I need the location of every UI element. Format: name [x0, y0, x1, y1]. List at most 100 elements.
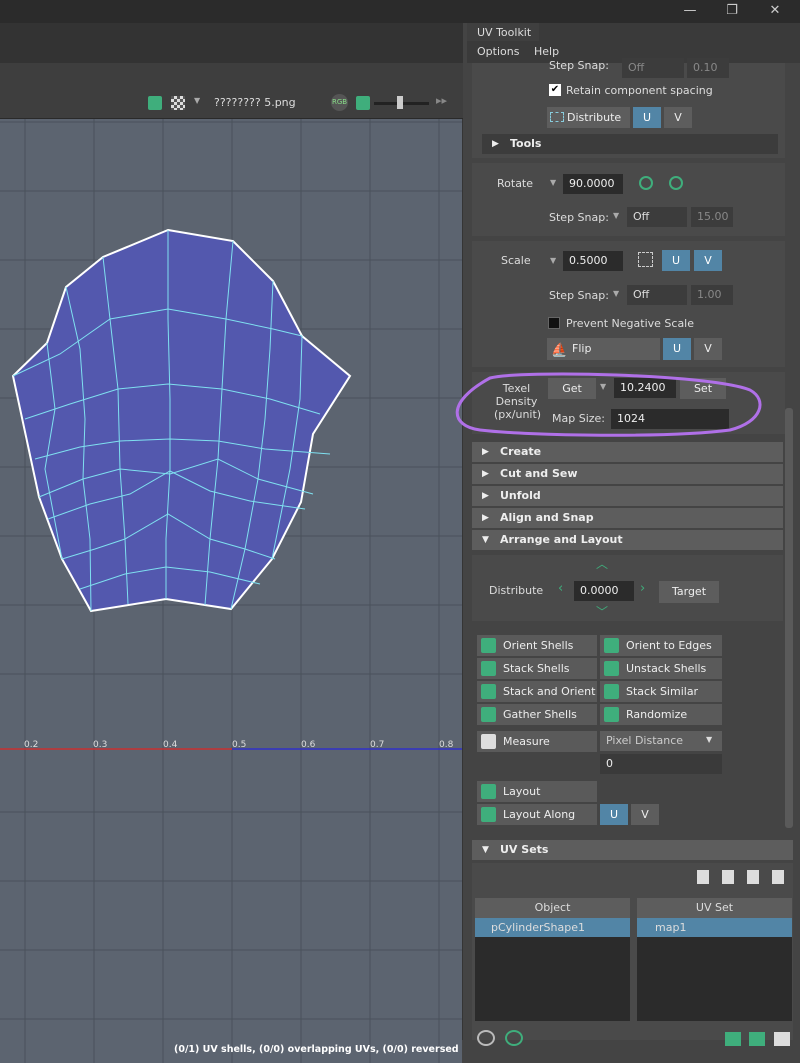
- close-button[interactable]: ✕: [755, 0, 795, 23]
- scale-v-button[interactable]: V: [694, 250, 722, 271]
- image-display-icon[interactable]: [356, 96, 370, 110]
- copy-into-uv-set-icon[interactable]: [747, 870, 759, 884]
- layout-along-button[interactable]: Layout Along: [477, 804, 597, 825]
- minimize-button[interactable]: —: [670, 0, 710, 23]
- uv-viewport[interactable]: ▼ ???????? 5.png RGB ▸▸ 0.2 0.3 0.4 0.5 …: [0, 23, 463, 1063]
- flip-v-button[interactable]: V: [694, 338, 722, 360]
- target-button[interactable]: Target: [659, 581, 719, 603]
- step-snap-dropdown[interactable]: Off: [622, 58, 684, 78]
- uv-set-column-header[interactable]: UV Set: [637, 898, 792, 918]
- uv-set-list[interactable]: map1: [637, 918, 792, 1021]
- panel-scrollbar[interactable]: [785, 408, 793, 828]
- uv-sets-section-header[interactable]: ▼ UV Sets: [472, 840, 793, 860]
- align-and-snap-section-header[interactable]: ▶ Align and Snap: [472, 508, 783, 528]
- section-label: Create: [500, 445, 542, 458]
- image-name[interactable]: ???????? 5.png: [214, 96, 296, 109]
- menu-options[interactable]: Options: [477, 45, 519, 58]
- dropdown-arrow-icon[interactable]: ▼: [194, 96, 200, 105]
- rotate-ccw-icon[interactable]: [639, 176, 653, 190]
- checker-icon[interactable]: [171, 96, 185, 110]
- rotate-step-value[interactable]: 15.00: [691, 207, 733, 227]
- rotate-cw-icon[interactable]: [669, 176, 683, 190]
- layout-along-u-button[interactable]: U: [600, 804, 628, 825]
- ruler-icon: [481, 734, 496, 749]
- arrange-and-layout-section-header[interactable]: ▼ Arrange and Layout: [472, 530, 783, 550]
- orient-to-edges-button[interactable]: Orient to Edges: [600, 635, 722, 656]
- axis-label: 0.6: [301, 740, 316, 750]
- tool-label: Orient Shells: [503, 639, 574, 652]
- object-list[interactable]: pCylinderShape1: [475, 918, 630, 1021]
- chevron-right-icon[interactable]: ›: [640, 581, 645, 596]
- copy-uv-set-icon[interactable]: [722, 870, 734, 884]
- measure-label: Measure: [503, 735, 550, 748]
- maximize-button[interactable]: ❐: [712, 0, 752, 23]
- scale-label: Scale: [501, 254, 531, 267]
- uv-editor-icon[interactable]: [725, 1032, 741, 1046]
- unstack-shells-button[interactable]: Unstack Shells: [600, 658, 722, 679]
- scale-step-value[interactable]: 1.00: [691, 285, 733, 305]
- exposure-slider-handle[interactable]: [397, 96, 403, 109]
- arrange-distribute-field[interactable]: 0.0000: [574, 581, 634, 601]
- uv-grid-canvas[interactable]: 0.2 0.3 0.4 0.5 0.6 0.7 0.8 (0/1) UV she…: [0, 119, 462, 1063]
- prevent-negative-checkbox[interactable]: [548, 317, 560, 329]
- distribute-v-button[interactable]: V: [664, 107, 692, 128]
- flip-u-button[interactable]: U: [663, 338, 691, 360]
- rotate-value-field[interactable]: 90.0000: [563, 174, 623, 194]
- tool-label: Stack Similar: [626, 685, 699, 698]
- list-item[interactable]: pCylinderShape1: [475, 918, 630, 937]
- orient-shells-button[interactable]: Orient Shells: [477, 635, 597, 656]
- menu-help[interactable]: Help: [534, 45, 559, 58]
- object-column-header[interactable]: Object: [475, 898, 630, 918]
- randomize-shells-icon: [604, 707, 619, 722]
- image-icon[interactable]: [148, 96, 162, 110]
- layout-along-icon: [481, 807, 496, 822]
- distribute-u-button[interactable]: U: [633, 107, 661, 128]
- retain-spacing-checkbox[interactable]: ✔: [549, 84, 561, 96]
- stack-and-orient-button[interactable]: Stack and Orient: [477, 681, 597, 702]
- step-snap-value[interactable]: 0.10: [687, 58, 729, 78]
- rotate-dropdown-icon[interactable]: ▼: [550, 178, 556, 187]
- stack-shells-button[interactable]: Stack Shells: [477, 658, 597, 679]
- shell-select-icon[interactable]: [477, 1030, 495, 1046]
- highlight-annotation: [455, 372, 762, 437]
- cut-and-sew-section-header[interactable]: ▶ Cut and Sew: [472, 464, 783, 484]
- randomize-shells-button[interactable]: Randomize Shells: [600, 704, 722, 742]
- expanded-arrow-icon: ▼: [482, 535, 489, 545]
- scale-step-dropdown-icon[interactable]: ▼: [613, 289, 619, 298]
- scale-value-field[interactable]: 0.5000: [563, 251, 623, 271]
- stack-similar-button[interactable]: Stack Similar: [600, 681, 722, 702]
- scale-icon[interactable]: [638, 252, 653, 267]
- scale-dropdown-icon[interactable]: ▼: [550, 256, 556, 265]
- texture-icon[interactable]: [749, 1032, 765, 1046]
- rotate-step-dropdown-icon[interactable]: ▼: [613, 211, 619, 220]
- gather-shells-button[interactable]: Gather Shells: [477, 704, 597, 725]
- chevron-left-icon[interactable]: ‹: [558, 581, 563, 596]
- panel-tab[interactable]: UV Toolkit: [467, 23, 539, 41]
- collapsed-arrow-icon: ▶: [482, 491, 489, 501]
- flip-button[interactable]: ⛵ Flip: [547, 338, 660, 360]
- paste-uv-set-icon[interactable]: [772, 870, 784, 884]
- flip-label: Flip: [572, 342, 592, 355]
- new-uv-set-icon[interactable]: [697, 870, 709, 884]
- measure-mode-dropdown[interactable]: Pixel Distance: [600, 731, 722, 751]
- measure-button[interactable]: Measure: [477, 731, 597, 752]
- list-item[interactable]: map1: [637, 918, 792, 937]
- tools-section-header[interactable]: ▶ Tools: [482, 134, 778, 154]
- layout-button[interactable]: Layout: [477, 781, 597, 802]
- layout-along-v-button[interactable]: V: [631, 804, 659, 825]
- rotate-step-snap-dropdown[interactable]: Off: [627, 207, 687, 227]
- snapshot-icon[interactable]: [774, 1032, 790, 1046]
- unfold-section-header[interactable]: ▶ Unfold: [472, 486, 783, 506]
- create-section-header[interactable]: ▶ Create: [472, 442, 783, 462]
- shell-refresh-icon[interactable]: [505, 1030, 523, 1046]
- distribute-button[interactable]: Distribute: [547, 107, 630, 128]
- more-icon[interactable]: ▸▸: [436, 94, 447, 107]
- scale-u-button[interactable]: U: [662, 250, 690, 271]
- measure-value-field[interactable]: 0: [600, 754, 722, 774]
- chevron-up-icon[interactable]: ︿: [596, 555, 608, 572]
- scale-step-snap-dropdown[interactable]: Off: [627, 285, 687, 305]
- rgb-channel-icon[interactable]: RGB: [331, 94, 348, 111]
- scale-step-snap-label: Step Snap:: [549, 289, 609, 302]
- chevron-down-icon[interactable]: ﹀: [596, 603, 608, 620]
- tool-label: Unstack Shells: [626, 662, 707, 675]
